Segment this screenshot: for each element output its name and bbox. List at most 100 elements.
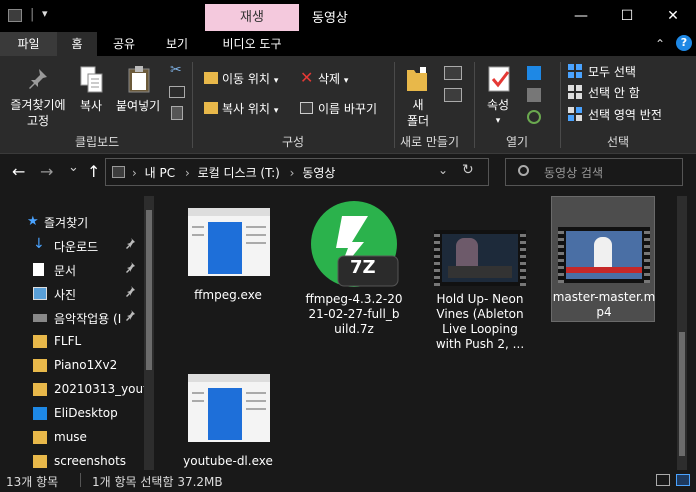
nav-item[interactable]: 문서	[0, 258, 150, 282]
file-name-line: p4	[596, 305, 612, 319]
nav-item-label: 다운로드	[54, 240, 99, 254]
pictures-icon	[33, 287, 47, 300]
nav-item-label: 사진	[54, 288, 77, 302]
nav-scrollbar[interactable]	[144, 196, 154, 470]
nav-item-label: screenshots	[54, 454, 127, 468]
properties-dropdown-icon: ▾	[495, 116, 501, 126]
tab-share[interactable]: 공유	[104, 32, 144, 56]
content-scrollbar[interactable]	[677, 196, 687, 470]
copy-to-icon	[204, 102, 218, 114]
address-bar[interactable]: › 내 PC › 로컬 디스크 (T:) › 동영상 ⌄ ↻	[105, 158, 489, 186]
search-input[interactable]: 동영상 검색	[544, 164, 603, 181]
invert-selection-button[interactable]: 선택 영역 반전	[588, 106, 662, 123]
folder-icon	[33, 359, 47, 372]
nav-item[interactable]: FLFL	[0, 330, 150, 354]
delete-button[interactable]: 삭제 ▾	[318, 70, 348, 87]
delete-icon: ✕	[300, 68, 314, 87]
content-scrollbar-thumb[interactable]	[679, 332, 685, 456]
details-view-icon[interactable]	[656, 474, 670, 486]
open-icon[interactable]	[527, 66, 541, 80]
nav-quick-access[interactable]: ★ 즐겨찾기	[0, 210, 150, 234]
file-item[interactable]: Hold Up- Neon Vines (Ableton Live Looping w…	[428, 200, 532, 360]
edit-icon[interactable]	[527, 88, 541, 102]
file-name-line: uild.7z	[334, 322, 374, 336]
file-name: youtube-dl.exe	[176, 454, 280, 469]
new-folder-line1: 새	[412, 98, 424, 112]
select-none-button[interactable]: 선택 안 함	[588, 84, 640, 101]
move-to-button[interactable]: 이동 위치 ▾	[222, 70, 278, 87]
nav-item[interactable]: Piano1Xv2	[0, 354, 150, 378]
refresh-icon[interactable]: ↻	[462, 162, 474, 178]
breadcrumb-local-disk[interactable]: 로컬 디스크 (T:)	[198, 166, 280, 180]
copy-button[interactable]: 복사	[80, 97, 102, 114]
up-button[interactable]: ↑	[87, 162, 100, 181]
cut-icon[interactable]: ✂	[170, 62, 184, 78]
ribbon-divider	[394, 62, 395, 148]
breadcrumb-videos[interactable]: 동영상	[302, 166, 335, 180]
tab-file[interactable]: 파일	[0, 32, 57, 56]
nav-item[interactable]: 20210313_yout	[0, 378, 150, 402]
nav-scrollbar-thumb[interactable]	[146, 210, 152, 370]
pin-quick-access-button[interactable]: 즐겨찾기에 고정	[6, 97, 70, 129]
file-list: ffmpeg.exe 7Z ffmpeg-4.3.2-20 21-02-27-full…	[160, 196, 687, 470]
minimize-button[interactable]: —	[558, 0, 604, 32]
breadcrumb-this-pc[interactable]: 내 PC	[145, 166, 175, 180]
back-button[interactable]: ←	[12, 162, 25, 181]
file-item[interactable]: master-master.m p4	[551, 196, 655, 322]
paste-icon	[128, 65, 150, 93]
ribbon-divider	[192, 62, 193, 148]
close-button[interactable]: ✕	[650, 0, 696, 32]
download-icon: ↓	[33, 236, 45, 252]
file-item[interactable]: 7Z ffmpeg-4.3.2-20 21-02-27-full_b uild.7z	[302, 200, 406, 345]
forward-button[interactable]: →	[40, 162, 53, 181]
nav-item[interactable]: EliDesktop	[0, 402, 150, 426]
selection-info: 1개 항목 선택함 37.2MB	[92, 475, 223, 489]
folder-icon	[33, 431, 47, 444]
ribbon-divider	[560, 62, 561, 148]
folder-icon	[33, 383, 47, 396]
file-item[interactable]: ffmpeg.exe	[176, 200, 280, 315]
file-name: ffmpeg-4.3.2-20 21-02-27-full_b uild.7z	[302, 292, 406, 337]
nav-item[interactable]: 사진	[0, 282, 150, 306]
recent-locations-dropdown[interactable]: ⌄	[68, 160, 79, 175]
ribbon-divider	[474, 62, 475, 148]
copy-path-icon[interactable]	[169, 86, 185, 98]
address-dropdown-icon[interactable]: ⌄	[438, 163, 448, 177]
window-title: 동영상	[312, 11, 348, 26]
select-all-button[interactable]: 모두 선택	[588, 63, 636, 80]
copy-to-button[interactable]: 복사 위치 ▾	[222, 100, 278, 117]
properties-button[interactable]: 속성 ▾	[487, 97, 509, 129]
ribbon: 즐겨찾기에 고정 복사 붙여넣기 ✂ 클립보드 이동 위치 ▾ 복사 위치 ▾ …	[0, 56, 696, 154]
maximize-button[interactable]: ☐	[604, 0, 650, 32]
rename-button[interactable]: 이름 바꾸기	[318, 100, 377, 117]
nav-item[interactable]: muse	[0, 426, 150, 450]
file-name-line: ffmpeg-4.3.2-20	[305, 292, 403, 306]
large-icons-view-icon[interactable]	[676, 474, 690, 486]
status-divider	[80, 473, 81, 487]
nav-item[interactable]: 음악작업용 (I	[0, 306, 150, 330]
paste-button[interactable]: 붙여넣기	[116, 97, 160, 114]
app-icon[interactable]	[8, 9, 22, 22]
properties-label: 속성	[487, 98, 510, 112]
tab-video-tools[interactable]: 비디오 도구	[205, 32, 299, 56]
search-box[interactable]: 동영상 검색	[505, 158, 683, 186]
help-icon[interactable]: ?	[676, 35, 692, 51]
nav-item-label: FLFL	[54, 334, 82, 348]
file-item[interactable]: youtube-dl.exe	[176, 366, 280, 481]
file-name-line: Hold Up- Neon	[436, 292, 524, 306]
new-folder-button[interactable]: 새 폴더	[404, 97, 432, 129]
nav-item[interactable]: ↓ 다운로드	[0, 234, 150, 258]
qat-customize-icon[interactable]: ▾	[42, 7, 48, 20]
navigation-pane: ★ 즐겨찾기 ↓ 다운로드문서사진음악작업용 (I FLFL Piano1Xv2 202…	[0, 196, 155, 470]
tab-view[interactable]: 보기	[155, 32, 199, 56]
nav-item-label: 문서	[54, 264, 77, 278]
easy-access-icon[interactable]	[444, 88, 462, 102]
history-icon[interactable]	[527, 110, 541, 124]
delete-label: 삭제	[318, 72, 341, 86]
tab-home[interactable]: 홈	[57, 32, 97, 56]
new-item-icon[interactable]	[444, 66, 462, 80]
pin-label-line2: 고정	[26, 114, 50, 128]
paste-shortcut-icon[interactable]	[171, 106, 183, 120]
pin-icon	[28, 68, 48, 90]
collapse-ribbon-icon[interactable]: ⌃	[655, 37, 665, 51]
